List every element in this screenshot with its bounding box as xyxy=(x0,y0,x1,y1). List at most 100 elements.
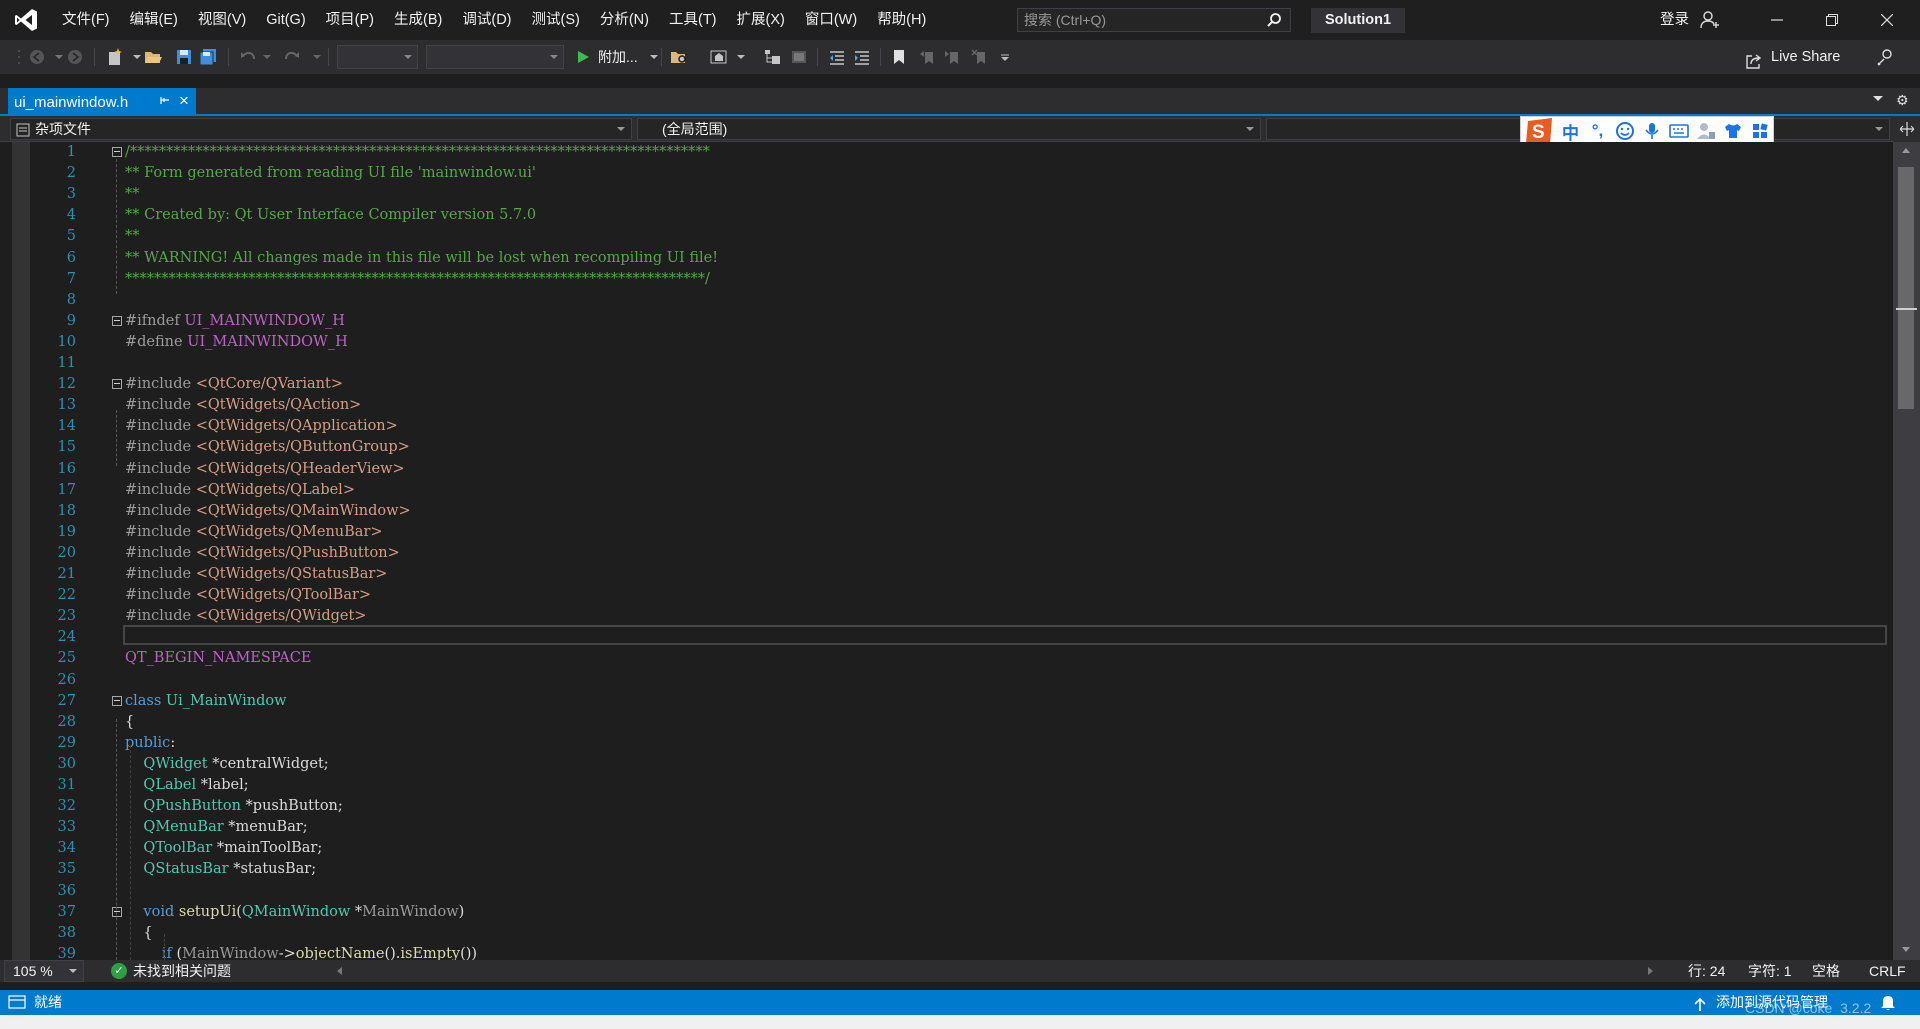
code-line[interactable]: 6 ** WARNING! All changes made in this fi… xyxy=(0,248,1893,269)
restore-button[interactable] xyxy=(1809,0,1855,40)
code-line[interactable]: 13 #include <QtWidgets/QAction> xyxy=(0,395,1893,416)
save-all-icon[interactable] xyxy=(199,48,217,66)
code-line[interactable]: 3 ** xyxy=(0,184,1893,205)
configuration-dropdown[interactable] xyxy=(337,45,418,69)
code-line[interactable]: 9 #ifndef UI_MAINWINDOW_H xyxy=(0,311,1893,332)
code-line[interactable]: 10 #define UI_MAINWINDOW_H xyxy=(0,332,1893,353)
code-line[interactable]: 5 ** xyxy=(0,226,1893,247)
collapse-icon[interactable] xyxy=(112,906,122,917)
navigate-back-icon[interactable] xyxy=(28,48,46,66)
line-indicator[interactable]: 行: 24 xyxy=(1688,960,1725,982)
login-link[interactable]: 登录 xyxy=(1660,0,1689,40)
notifications-icon[interactable] xyxy=(1880,993,1896,1014)
close-window-button[interactable] xyxy=(1864,0,1910,40)
undo-dropdown-icon[interactable] xyxy=(258,48,276,66)
vertical-scrollbar[interactable] xyxy=(1893,142,1920,960)
outdent-icon[interactable] xyxy=(828,48,846,66)
account-icon[interactable] xyxy=(1700,11,1720,32)
attach-button[interactable]: 附加... xyxy=(598,40,638,74)
code-line[interactable]: 7 ***************************************… xyxy=(0,269,1893,290)
menu-item[interactable]: 项目(P) xyxy=(316,0,384,40)
scroll-up-icon[interactable] xyxy=(1902,148,1910,153)
menu-item[interactable]: 生成(B) xyxy=(384,0,452,40)
line-ending-indicator[interactable]: CRLF xyxy=(1869,960,1906,982)
menu-item[interactable]: 窗口(W) xyxy=(795,0,867,40)
issues-indicator[interactable]: ✓ 未找到相关问题 xyxy=(111,960,231,982)
code-line[interactable]: 26 xyxy=(0,670,1893,691)
redo-dropdown-icon[interactable] xyxy=(308,48,326,66)
solution-name[interactable]: Solution1 xyxy=(1311,8,1406,33)
menu-item[interactable]: Git(G) xyxy=(256,0,315,40)
code-line[interactable]: 33 QMenuBar *menuBar; xyxy=(0,817,1893,838)
code-line[interactable]: 35 QStatusBar *statusBar; xyxy=(0,859,1893,880)
code-line[interactable]: 25 QT_BEGIN_NAMESPACE xyxy=(0,648,1893,669)
code-line[interactable]: 18 #include <QtWidgets/QMainWindow> xyxy=(0,501,1893,522)
menu-item[interactable]: 扩展(X) xyxy=(727,0,795,40)
code-line[interactable]: 36 xyxy=(0,881,1893,902)
code-line[interactable]: 1 /**************************************… xyxy=(0,142,1893,163)
pin-tab-icon[interactable] xyxy=(158,95,170,110)
menu-item[interactable]: 帮助(H) xyxy=(867,0,936,40)
close-tab-icon[interactable]: × xyxy=(179,91,189,111)
code-line[interactable]: 29 public: xyxy=(0,733,1893,754)
scroll-down-icon[interactable] xyxy=(1902,947,1910,952)
code-line[interactable]: 39 if (MainWindow->objectName().isEmpty(… xyxy=(0,944,1893,960)
solution-explorer-dropdown-icon[interactable] xyxy=(732,48,750,66)
save-icon[interactable] xyxy=(175,48,193,66)
visual-studio-logo-icon[interactable] xyxy=(0,0,52,40)
code-line[interactable]: 32 QPushButton *pushButton; xyxy=(0,796,1893,817)
scroll-right-icon[interactable] xyxy=(1648,967,1653,975)
feedback-icon[interactable] xyxy=(1876,48,1894,66)
search-input[interactable]: 搜索 (Ctrl+Q) xyxy=(1017,8,1291,32)
previous-bookmark-icon[interactable] xyxy=(918,48,936,66)
split-editor-icon[interactable] xyxy=(1893,116,1920,142)
code-line[interactable]: 34 QToolBar *mainToolBar; xyxy=(0,838,1893,859)
scrollbar-thumb[interactable] xyxy=(1898,167,1914,409)
gear-icon[interactable]: ⚙ xyxy=(1896,92,1909,109)
menu-item[interactable]: 视图(V) xyxy=(188,0,256,40)
tab-ui-mainwindow-h[interactable]: ui_mainwindow.h × xyxy=(8,88,196,116)
class-view-icon[interactable] xyxy=(764,48,782,66)
code-line[interactable]: 20 #include <QtWidgets/QPushButton> xyxy=(0,543,1893,564)
tab-list-dropdown-icon[interactable] xyxy=(1873,96,1883,101)
whitespace-indicator[interactable]: 空格 xyxy=(1812,960,1840,982)
redo-icon[interactable] xyxy=(283,48,301,66)
menu-item[interactable]: 测试(S) xyxy=(522,0,590,40)
collapse-icon[interactable] xyxy=(112,315,122,326)
code-line[interactable]: 8 xyxy=(0,290,1893,311)
start-debugging-icon[interactable] xyxy=(574,48,592,66)
code-line[interactable]: 28 { xyxy=(0,712,1893,733)
find-in-files-icon[interactable] xyxy=(670,48,688,66)
code-line[interactable]: 11 xyxy=(0,353,1893,374)
toolbar-overflow-icon[interactable] xyxy=(996,48,1014,66)
platform-dropdown[interactable] xyxy=(426,45,564,69)
properties-icon[interactable] xyxy=(790,48,808,66)
solution-explorer-icon[interactable] xyxy=(710,48,728,66)
clear-bookmarks-icon[interactable] xyxy=(970,48,988,66)
scope-dropdown[interactable]: (全局范围) xyxy=(637,118,1261,140)
scroll-left-icon[interactable] xyxy=(337,967,342,975)
code-editor[interactable]: 1 /**************************************… xyxy=(0,142,1893,960)
open-file-icon[interactable] xyxy=(144,48,162,66)
menu-item[interactable]: 调试(D) xyxy=(452,0,521,40)
project-dropdown[interactable]: 杂项文件 xyxy=(10,118,632,140)
menu-item[interactable]: 工具(T) xyxy=(659,0,727,40)
code-line[interactable]: 4 ** Created by: Qt User Interface Compil… xyxy=(0,205,1893,226)
code-line[interactable]: 17 #include <QtWidgets/QLabel> xyxy=(0,480,1893,501)
code-line[interactable]: 21 #include <QtWidgets/QStatusBar> xyxy=(0,564,1893,585)
code-line[interactable]: 31 QLabel *label; xyxy=(0,775,1893,796)
navigate-forward-icon[interactable] xyxy=(66,48,84,66)
code-line[interactable]: 38 { xyxy=(0,923,1893,944)
undo-icon[interactable] xyxy=(239,48,257,66)
collapse-icon[interactable] xyxy=(112,695,122,706)
menu-item[interactable]: 编辑(E) xyxy=(120,0,188,40)
code-line[interactable]: 14 #include <QtWidgets/QApplication> xyxy=(0,416,1893,437)
collapse-icon[interactable] xyxy=(112,147,122,157)
code-line[interactable]: 22 #include <QtWidgets/QToolBar> xyxy=(0,585,1893,606)
code-line[interactable]: 30 QWidget *centralWidget; xyxy=(0,754,1893,775)
menu-item[interactable]: 分析(N) xyxy=(590,0,659,40)
code-line[interactable]: 27 class Ui_MainWindow xyxy=(0,691,1893,712)
code-line[interactable]: 19 #include <QtWidgets/QMenuBar> xyxy=(0,522,1893,543)
menu-item[interactable]: 文件(F) xyxy=(52,0,120,40)
code-line[interactable]: 37 void setupUi(QMainWindow *MainWindow) xyxy=(0,902,1893,923)
